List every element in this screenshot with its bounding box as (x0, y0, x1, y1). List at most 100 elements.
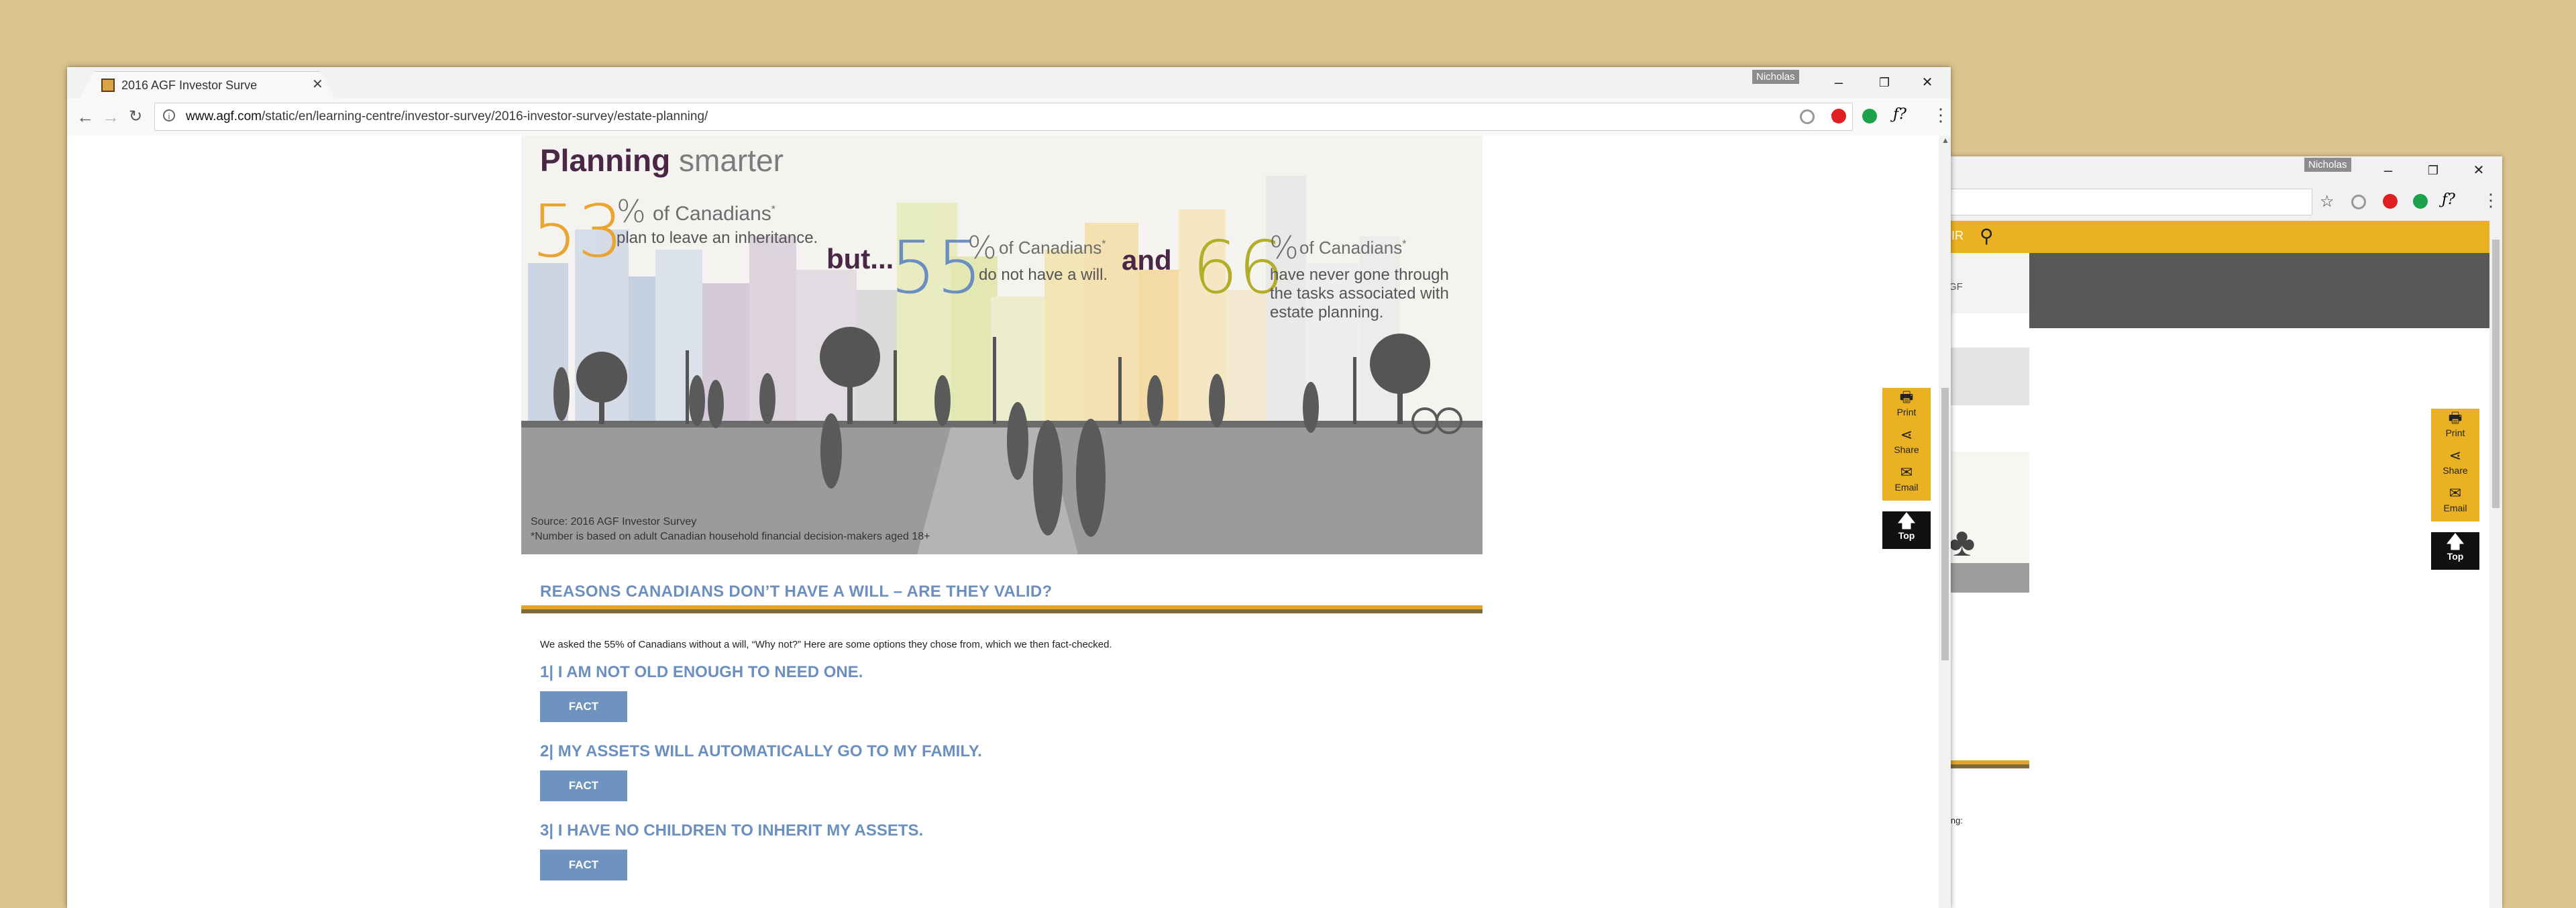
back-extension-icon[interactable] (2351, 195, 2366, 209)
url-domain: www.agf.com (186, 109, 262, 123)
reason-2-fact-button[interactable]: FACT (540, 770, 627, 801)
back-opera-icon[interactable] (2383, 194, 2398, 209)
url-text: www.agf.com/static/en/learning-centre/in… (186, 103, 708, 130)
print-icon: 🖶 (1899, 389, 1914, 405)
reason-3-fact-button[interactable]: FACT (540, 850, 627, 880)
intro-text: We asked the 55% of Canadians without a … (540, 639, 1112, 650)
infographic-title: Planning smarter (540, 142, 784, 179)
back-print-button[interactable]: 🖶 Print (2431, 409, 2479, 446)
back-nav-fragment[interactable]: IR (1951, 229, 1964, 243)
share-button[interactable]: ⋖ Share (1882, 425, 1931, 463)
share-label: Share (1894, 444, 1919, 455)
minimize-button[interactable]: – (1829, 75, 1849, 90)
back-to-top-button[interactable]: 🡅 Top (1882, 511, 1931, 549)
url-path: /static/en/learning-centre/investor-surv… (261, 109, 708, 123)
footnote-line: *Number is based on adult Canadian house… (531, 531, 930, 542)
background-browser-window[interactable]: Nicholas – ❐ ✕ ☆ ƒ? ⋮ IR ⚲ GF ♣ ing: 🖶 Pr… (1949, 156, 2502, 908)
title-bold: Planning (540, 143, 671, 178)
reason-2-heading: 2| MY ASSETS WILL AUTOMATICALLY GO TO MY… (540, 742, 982, 760)
user-badge[interactable]: Nicholas (1752, 70, 1799, 84)
stat-66-asterisk: * (1402, 238, 1407, 250)
scroll-up-arrow-icon[interactable]: ▲ (1941, 136, 1949, 145)
stat-55-of-canadians: of Canadians* (999, 238, 1106, 258)
opera-extension-icon[interactable] (1831, 109, 1846, 123)
page-viewport: Planning smarter 53 % of Canadians* plan… (67, 136, 1939, 908)
tab-close-icon[interactable]: ✕ (312, 76, 323, 93)
stat-55-of-text: of Canadians (999, 238, 1102, 258)
stat-53-percent: % (616, 193, 646, 230)
tab-title: 2016 AGF Investor Surve (121, 79, 258, 92)
back-user-badge[interactable]: Nicholas (2304, 158, 2351, 172)
search-icon[interactable]: ⚲ (1980, 225, 1994, 247)
stat-53-number: 53 (531, 190, 624, 274)
stat-53-description: plan to leave an inheritance. (616, 229, 818, 247)
email-label: Email (1894, 482, 1919, 493)
stat-53-asterisk: * (771, 204, 776, 215)
back-street (1949, 563, 2029, 593)
floating-share-bar: 🖶 Print ⋖ Share ✉ Email (1882, 388, 1931, 501)
back-addressbar: ☆ ƒ? ⋮ (1949, 185, 2502, 221)
connector-and: and (1122, 244, 1172, 276)
up-arrow-icon: 🡅 (2446, 532, 2465, 552)
close-button[interactable]: ✕ (1917, 75, 1937, 90)
back-top-button[interactable]: 🡅 Top (2431, 532, 2479, 570)
reason-1-fact-button[interactable]: FACT (540, 691, 627, 722)
back-email-label: Email (2443, 503, 2467, 513)
back-floating-share-bar: 🖶 Print ⋖ Share ✉ Email (2431, 409, 2479, 521)
formula-extension-icon[interactable]: ƒ? (1893, 106, 1907, 123)
back-site-navbar: IR ⚲ (1949, 221, 2489, 253)
back-text-fragment: ing: (1949, 815, 1963, 825)
vertical-scrollbar[interactable]: ▲ (1939, 136, 1951, 908)
stat-66-of-canadians: of Canadians* (1299, 238, 1406, 258)
back-omnibox[interactable]: ☆ (1949, 189, 2334, 215)
agf-favicon-icon (101, 79, 115, 92)
back-sidebar-fragment: GF (1949, 281, 1963, 293)
main-browser-window: 2016 AGF Investor Surve ✕ Nicholas – ❐ ✕… (67, 67, 1951, 908)
back-scrollbar-thumb[interactable] (2492, 240, 2500, 508)
back-section-bar (1949, 760, 2029, 768)
back-infographic-fragment: ♣ (1949, 452, 2029, 593)
back-close-button[interactable]: ✕ (2469, 163, 2489, 178)
reload-icon[interactable]: ↻ (129, 98, 142, 136)
back-formula-icon[interactable]: ƒ? (2442, 191, 2455, 208)
info-icon[interactable]: i (163, 109, 175, 121)
top-label: Top (1898, 530, 1915, 541)
print-button[interactable]: 🖶 Print (1882, 388, 1931, 425)
url-input[interactable]: i www.agf.com/static/en/learning-centre/… (154, 103, 1853, 131)
section-divider (521, 605, 1483, 613)
back-grammarly-icon[interactable] (2413, 194, 2428, 209)
back-minimize-button[interactable]: – (2378, 163, 2398, 178)
stat-55-asterisk: * (1102, 238, 1106, 250)
print-label: Print (1896, 407, 1917, 417)
estate-planning-infographic: Planning smarter 53 % of Canadians* plan… (521, 136, 1483, 554)
print-icon: 🖶 (2448, 409, 2463, 426)
browser-tab[interactable]: 2016 AGF Investor Surve ✕ (79, 71, 335, 99)
back-sidebar: GF (1949, 253, 2029, 313)
back-scrollbar[interactable] (2489, 221, 2502, 908)
back-grey-block (1949, 348, 2029, 405)
connector-but: but... (826, 243, 894, 274)
menu-icon[interactable]: ⋮ (1932, 105, 1949, 125)
restore-button[interactable]: ❐ (1874, 75, 1894, 90)
stat-55-description: do not have a will. (979, 266, 1108, 284)
city-skyline-illustration (521, 136, 1483, 554)
forward-arrow-icon[interactable]: → (102, 98, 119, 136)
up-arrow-icon: 🡅 (1897, 511, 1916, 531)
back-arrow-icon[interactable]: ← (76, 98, 94, 136)
back-star-icon[interactable]: ☆ (2320, 192, 2334, 211)
stat-53-of-text: of Canadians (653, 203, 771, 225)
email-button[interactable]: ✉ Email (1882, 463, 1931, 501)
back-email-button[interactable]: ✉ Email (2431, 484, 2479, 521)
back-top-label: Top (2447, 551, 2464, 562)
back-restore-button[interactable]: ❐ (2423, 163, 2443, 178)
back-share-button[interactable]: ⋖ Share (2431, 446, 2479, 484)
scrollbar-thumb[interactable] (1941, 388, 1949, 660)
grammarly-extension-icon[interactable] (1862, 109, 1877, 123)
stat-53-of-canadians: of Canadians* (653, 203, 775, 225)
share-icon: ⋖ (1900, 426, 1913, 443)
extension-icon[interactable] (1800, 109, 1815, 124)
title-light: smarter (679, 143, 784, 178)
back-menu-icon[interactable]: ⋮ (2482, 190, 2500, 211)
address-bar: ← → ↻ i www.agf.com/static/en/learning-c… (67, 98, 1951, 136)
back-titlebar: Nicholas – ❐ ✕ (1949, 156, 2502, 185)
